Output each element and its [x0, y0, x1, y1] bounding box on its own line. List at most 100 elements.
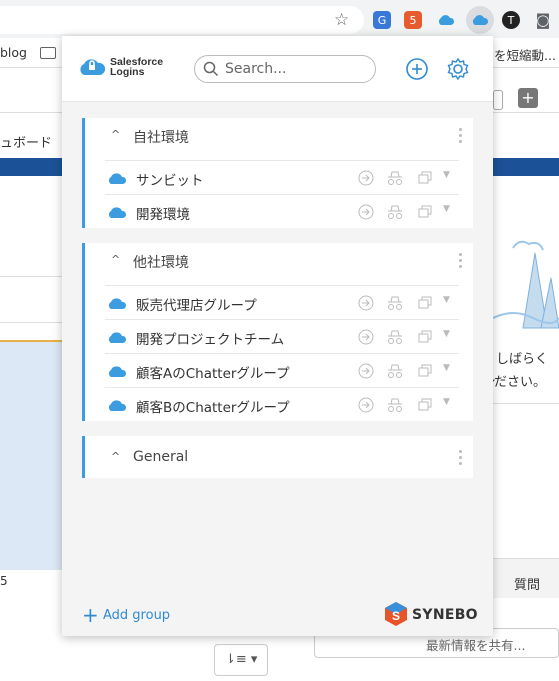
dropdown-fragment[interactable] [493, 90, 503, 110]
salesforce-cloud-logo-icon [80, 59, 106, 75]
address-bar[interactable] [0, 6, 364, 34]
divider [0, 322, 62, 323]
login-actions: ▼ [357, 294, 457, 312]
login-actions: ▼ [357, 396, 457, 414]
camera-extension-icon[interactable]: ◙ [534, 11, 552, 29]
salesforce-logins-popup: Salesforce Logins Search... ^ 自社環境 サンビット… [62, 36, 493, 636]
login-actions: ▼ [357, 203, 457, 221]
group-header[interactable]: ^ 他社環境 [85, 243, 473, 277]
translate-extension-icon[interactable]: G [373, 11, 391, 29]
login-item-label: 顧客AのChatterグループ [136, 366, 290, 382]
group-header[interactable]: ^ 自社環境 [85, 118, 473, 152]
group-general: ^ General [82, 436, 473, 478]
collapse-caret-icon[interactable]: ^ [111, 450, 120, 463]
html5-extension-icon[interactable]: 5 [404, 11, 422, 29]
login-item[interactable]: 販売代理店グループ ▼ [105, 285, 459, 319]
dropdown-icon[interactable]: ▼ [443, 397, 450, 407]
login-actions: ▼ [357, 169, 457, 187]
dashboard-tab[interactable]: ュボード [0, 132, 52, 151]
chart-area [0, 340, 62, 570]
add-group-button[interactable]: Add group [103, 608, 170, 623]
group-menu-icon[interactable] [459, 253, 463, 271]
cloud-icon [108, 173, 127, 184]
add-group-plus-icon[interactable]: + [82, 603, 99, 627]
collapse-caret-icon[interactable]: ^ [111, 253, 120, 266]
group-other-env: ^ 他社環境 販売代理店グループ ▼ 開発プロジェクトチーム ▼ 顧客AのCha… [82, 243, 473, 421]
collapse-caret-icon[interactable]: ^ [111, 128, 120, 141]
group-menu-icon[interactable] [459, 128, 463, 146]
incognito-icon[interactable] [385, 396, 405, 414]
sort-button[interactable]: ⇂≡ ▾ [214, 644, 268, 676]
dropdown-icon[interactable]: ▼ [443, 204, 450, 214]
question-tab[interactable]: 質問 [514, 574, 540, 593]
bookmark-blog[interactable]: blog [0, 45, 27, 60]
new-window-icon[interactable] [417, 362, 433, 380]
login-item[interactable]: 開発環境 ▼ [105, 194, 459, 228]
login-icon[interactable] [357, 294, 375, 312]
incognito-icon[interactable] [385, 362, 405, 380]
incognito-icon[interactable] [385, 203, 405, 221]
group-header[interactable]: ^ General [85, 440, 473, 474]
cloud-icon [108, 207, 127, 218]
empty-state-illustration [492, 218, 559, 358]
login-item[interactable]: サンビット ▼ [105, 160, 459, 194]
group-menu-icon[interactable] [459, 450, 463, 468]
cloud-icon [108, 366, 127, 377]
cloud-icon [108, 332, 127, 343]
add-login-button[interactable] [404, 56, 430, 82]
search-icon [203, 61, 219, 77]
login-item-label: サンビット [136, 173, 204, 189]
group-title: 他社環境 [133, 255, 189, 271]
logo-line2: Logins [110, 66, 145, 78]
incognito-icon[interactable] [385, 169, 405, 187]
login-actions: ▼ [357, 328, 457, 346]
new-window-icon[interactable] [417, 294, 433, 312]
new-window-icon[interactable] [417, 328, 433, 346]
app-logo-text: Salesforce Logins [110, 57, 163, 78]
divider [493, 403, 559, 404]
dropdown-icon[interactable]: ▼ [443, 329, 450, 339]
folder-icon[interactable] [40, 47, 56, 59]
login-icon[interactable] [357, 328, 375, 346]
divider [0, 276, 62, 277]
cloud-extension-icon[interactable] [437, 11, 455, 29]
salesforce-logins-extension-icon [471, 11, 489, 29]
brand-name: SYNEBO [412, 607, 478, 623]
new-window-icon[interactable] [417, 203, 433, 221]
login-icon[interactable] [357, 169, 375, 187]
group-title: General [133, 449, 189, 465]
popup-header: Salesforce Logins Search... [62, 36, 493, 102]
new-window-icon[interactable] [417, 169, 433, 187]
login-item[interactable]: 開発プロジェクトチーム ▼ [105, 319, 459, 353]
search-placeholder: Search... [225, 61, 287, 77]
synebo-logo-icon: S [385, 602, 407, 626]
add-icon[interactable]: + [518, 88, 538, 108]
incognito-icon[interactable] [385, 328, 405, 346]
login-item[interactable]: 顧客BのChatterグループ ▼ [105, 387, 459, 421]
browser-toolbar: ☆ G 5 T ◙ [0, 0, 559, 38]
dropdown-icon[interactable]: ▼ [443, 170, 450, 180]
login-icon[interactable] [357, 396, 375, 414]
new-window-icon[interactable] [417, 396, 433, 414]
login-item[interactable]: 顧客AのChatterグループ ▼ [105, 353, 459, 387]
t-extension-icon[interactable]: T [502, 11, 520, 29]
dropdown-icon[interactable]: ▼ [443, 295, 450, 305]
login-icon[interactable] [357, 203, 375, 221]
group-title: 自社環境 [133, 130, 189, 146]
bookmark-star-icon[interactable]: ☆ [334, 10, 349, 30]
dropdown-icon[interactable]: ▼ [443, 363, 450, 373]
bookmark-right[interactable]: を短縮動... [494, 45, 556, 64]
incognito-icon[interactable] [385, 294, 405, 312]
settings-gear-icon[interactable] [445, 56, 471, 82]
login-item-label: 顧客BのChatterグループ [136, 400, 290, 416]
login-item-label: 開発プロジェクトチーム [136, 332, 285, 348]
login-actions: ▼ [357, 362, 457, 380]
login-icon[interactable] [357, 362, 375, 380]
axis-tick: 5 [0, 574, 8, 588]
search-input[interactable]: Search... [194, 55, 376, 83]
login-item-label: 開発環境 [136, 207, 190, 223]
svg-text:S: S [392, 609, 400, 623]
group-company-env: ^ 自社環境 サンビット ▼ 開発環境 ▼ [82, 118, 473, 228]
cloud-icon [108, 298, 127, 309]
share-placeholder: 最新情報を共有... [426, 638, 526, 653]
